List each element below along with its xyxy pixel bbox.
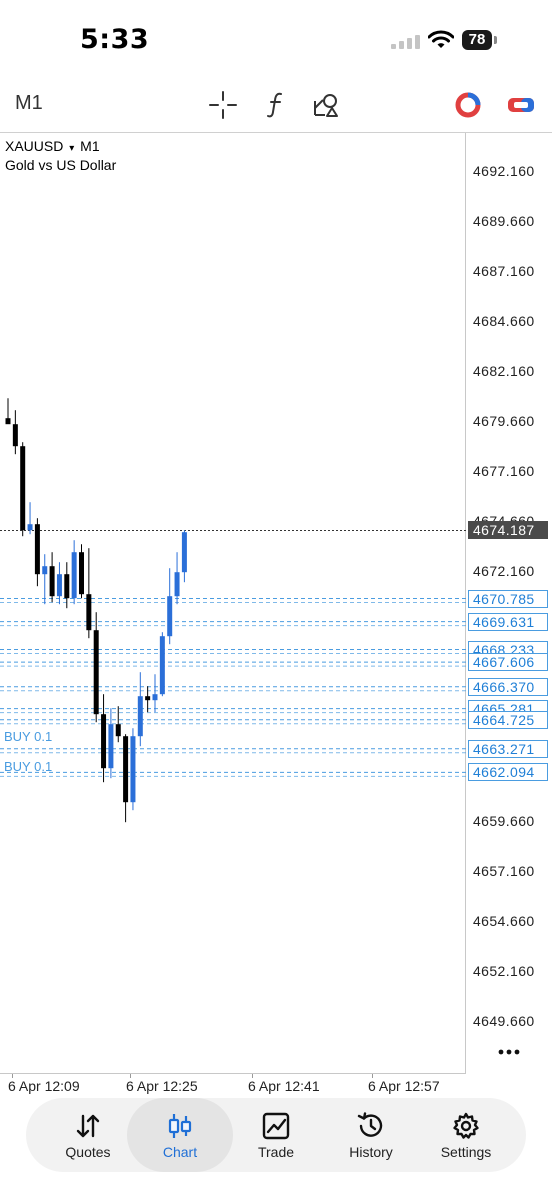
candle-body — [115, 724, 121, 737]
price-axis-label: 4659.660 — [473, 813, 535, 829]
candle-body — [130, 736, 136, 803]
price-axis-label: 4672.160 — [473, 563, 535, 579]
current-price-label: 4674.187 — [468, 521, 548, 540]
order-price-label: 4670.785 — [468, 589, 548, 608]
symbol-name: XAUUSD — [5, 138, 64, 154]
order-price-label: 4664.725 — [468, 710, 548, 729]
tab-history[interactable]: History — [321, 1098, 421, 1172]
price-axis-label: 4679.660 — [473, 413, 535, 429]
price-axis-label: 4677.160 — [473, 463, 535, 479]
order-price-label: 4662.094 — [468, 763, 548, 782]
price-axis-label: 4687.160 — [473, 263, 535, 279]
trend-chart-icon — [262, 1112, 290, 1140]
price-axis-label: 4682.160 — [473, 363, 535, 379]
indicators-icon[interactable] — [260, 89, 292, 121]
order-price-label: 4666.370 — [468, 677, 548, 696]
time-axis-label: 6 Apr 12:25 — [126, 1078, 198, 1094]
drawing-objects-icon[interactable] — [311, 89, 343, 121]
order-price-label: 4667.606 — [468, 653, 548, 672]
tab-chart[interactable]: Chart — [127, 1098, 233, 1172]
chart-toolbar: M1 — [0, 80, 552, 132]
candle-body — [27, 524, 33, 531]
tab-label: Settings — [440, 1144, 492, 1160]
symbol-timeframe: M1 — [80, 138, 100, 154]
time-axis-label: 6 Apr 12:41 — [248, 1078, 320, 1094]
status-bar: 5:33 78 — [0, 0, 552, 80]
time-axis-tick — [12, 1074, 13, 1078]
time-axis-tick — [130, 1074, 131, 1078]
order-price-label: 4663.271 — [468, 739, 548, 758]
candle-body — [174, 572, 180, 597]
price-axis-label: 4657.160 — [473, 863, 535, 879]
candle-body — [137, 696, 143, 737]
candle-body — [79, 552, 84, 595]
symbol-description: Gold vs US Dollar — [5, 157, 117, 173]
time-axis-tick — [252, 1074, 253, 1078]
one-click-trading-icon[interactable] — [452, 89, 484, 121]
candlestick-icon — [168, 1114, 192, 1138]
candle-body — [42, 566, 48, 575]
candle-body — [86, 594, 92, 631]
tab-quotes[interactable]: Quotes — [38, 1098, 138, 1172]
candle-body — [93, 630, 99, 715]
status-time: 5:33 — [80, 24, 150, 55]
candle-body — [181, 532, 187, 573]
tab-settings[interactable]: Settings — [416, 1098, 516, 1172]
time-axis-tick — [372, 1074, 373, 1078]
buy-order-label: BUY 0.1 — [4, 759, 52, 774]
buy-order-label: BUY 0.1 — [4, 729, 52, 744]
price-axis-label: 4652.160 — [473, 963, 535, 979]
history-clock-icon — [357, 1112, 383, 1137]
tab-label: Trade — [257, 1144, 295, 1160]
candle-body — [64, 574, 70, 599]
crosshair-icon[interactable] — [207, 89, 239, 121]
wifi-icon — [428, 30, 454, 48]
candle-body — [167, 596, 173, 637]
candle-body — [101, 714, 107, 769]
timeframe-selector[interactable]: M1 — [15, 92, 43, 115]
trade-order-icon[interactable] — [505, 89, 537, 121]
candle-body — [145, 696, 151, 701]
candle-body — [5, 418, 11, 425]
battery-tip — [494, 36, 497, 44]
gear-icon — [453, 1112, 479, 1139]
price-chart[interactable]: BUY 0.1 BUY 0.1 XAUUSD ▾ M1 Gold vs US Do… — [0, 133, 552, 1100]
symbol-dropdown-caret: ▾ — [69, 143, 75, 154]
candle-body — [49, 566, 55, 597]
tab-label: Quotes — [65, 1144, 111, 1160]
candle-body — [12, 424, 18, 447]
tab-label: Chart — [162, 1144, 198, 1160]
tab-label: History — [349, 1144, 393, 1160]
more-options-icon[interactable] — [498, 1048, 520, 1056]
order-price-label: 4669.631 — [468, 612, 548, 631]
candle-body — [159, 636, 165, 695]
candle-body — [123, 736, 129, 803]
sort-arrows-icon — [76, 1114, 100, 1138]
time-axis-label: 6 Apr 12:57 — [368, 1078, 440, 1094]
candle-body — [56, 574, 62, 597]
price-axis-label: 4684.660 — [473, 313, 535, 329]
bottom-tab-bar: Quotes Chart Trade History Settings — [26, 1098, 526, 1172]
price-axis-label: 4692.160 — [473, 163, 535, 179]
cellular-signal-icon — [391, 35, 420, 49]
price-axis-label: 4649.660 — [473, 1013, 535, 1029]
candlestick-chart: BUY 0.1 BUY 0.1 — [0, 398, 466, 823]
time-axis-label: 6 Apr 12:09 — [8, 1078, 80, 1094]
candle-body — [108, 724, 114, 769]
candle-body — [34, 524, 40, 575]
tab-trade[interactable]: Trade — [226, 1098, 326, 1172]
candle-body — [152, 694, 158, 701]
candle-body — [71, 552, 77, 599]
symbol-header[interactable]: XAUUSD ▾ M1 — [5, 138, 100, 154]
price-axis-label: 4654.660 — [473, 913, 535, 929]
price-axis-label: 4689.660 — [473, 213, 535, 229]
candle-body — [20, 446, 26, 531]
battery-indicator: 78 — [462, 30, 492, 50]
